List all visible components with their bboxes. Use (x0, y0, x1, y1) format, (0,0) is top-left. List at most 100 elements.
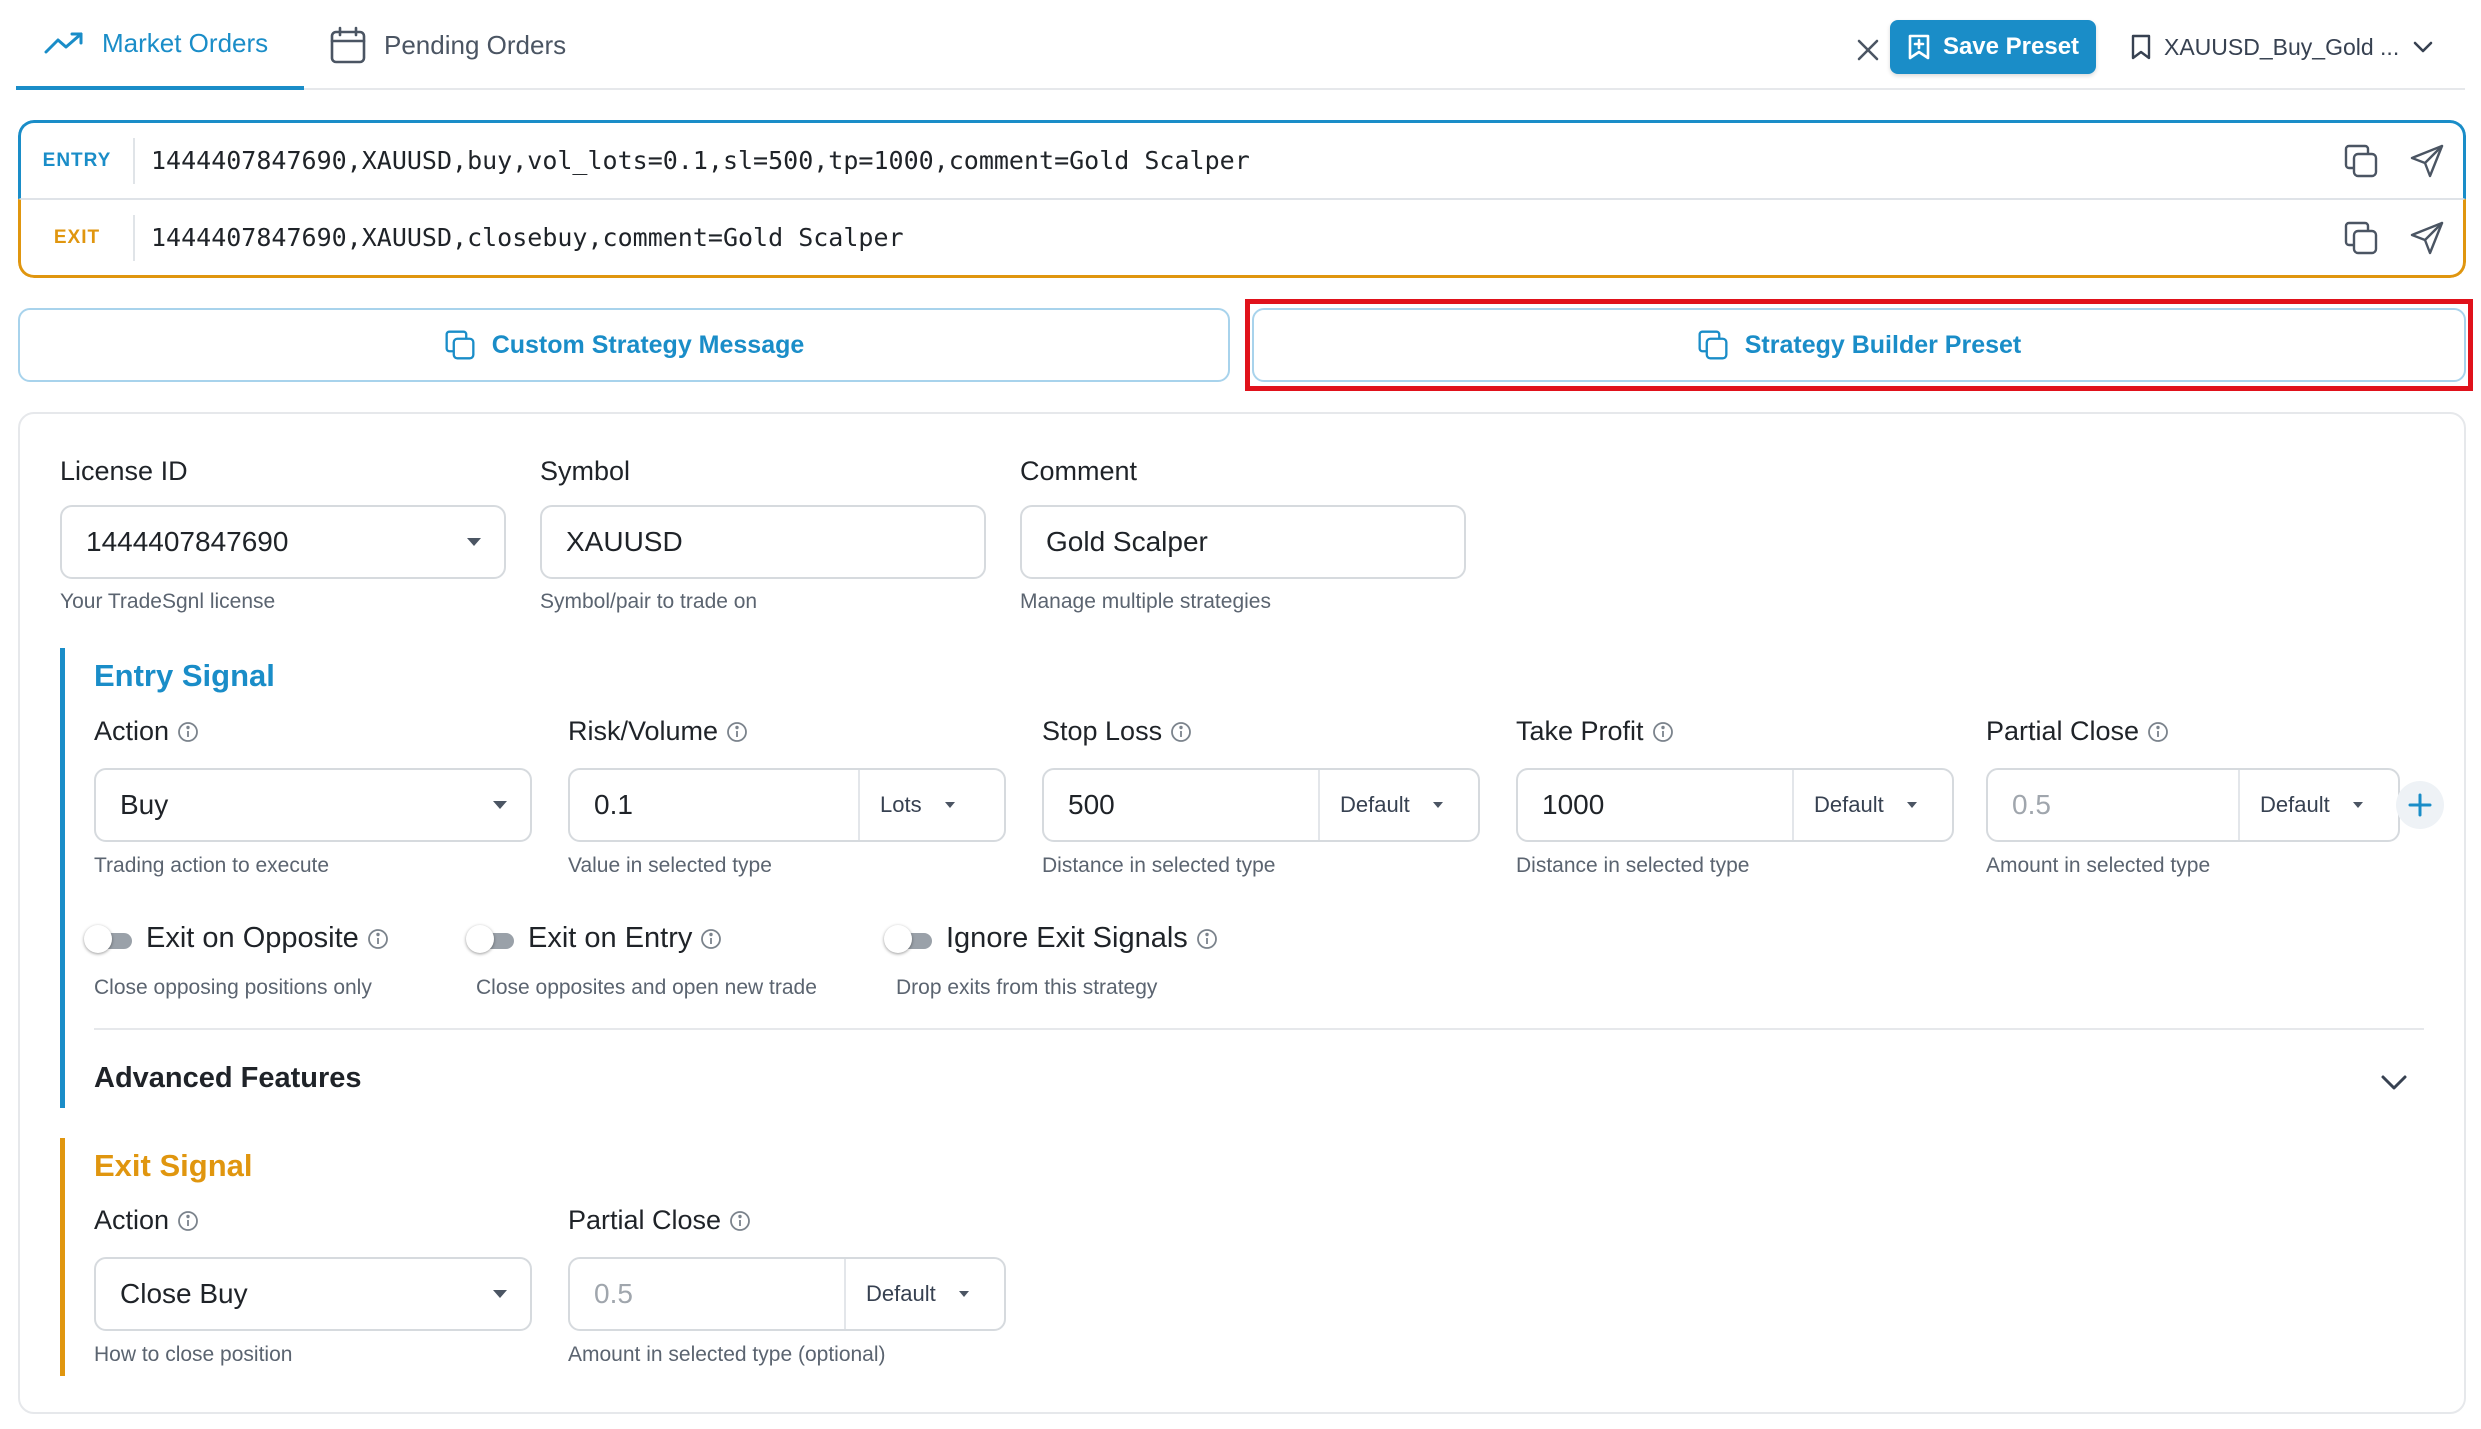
exit-message-text[interactable]: 1444407847690,XAUUSD,closebuy,comment=Go… (135, 223, 2331, 252)
info-icon[interactable] (1196, 928, 1218, 950)
tab-market-orders[interactable]: Market Orders (16, 0, 304, 90)
partial-close-help: Amount in selected type (1986, 854, 2211, 877)
risk-unit-select[interactable]: Lots (858, 770, 1004, 840)
send-entry-button[interactable] (2397, 131, 2457, 191)
exit-message-row: EXIT 1444407847690,XAUUSD,closebuy,comme… (18, 199, 2466, 278)
calendar-icon (330, 26, 366, 64)
entry-section-bar (60, 648, 65, 1108)
exit-partial-close-input[interactable]: 0.5 Default (568, 1257, 1006, 1331)
info-icon[interactable] (367, 928, 389, 950)
exit-partial-close-unit-select[interactable]: Default (844, 1259, 1004, 1329)
exit-action-label: Action (94, 1205, 199, 1236)
take-profit-label: Take Profit (1516, 716, 1674, 747)
risk-unit-value: Lots (880, 792, 922, 817)
symbol-input[interactable]: XAUUSD (540, 505, 986, 579)
entry-message-text[interactable]: 1444407847690,XAUUSD,buy,vol_lots=0.1,sl… (135, 146, 2331, 175)
partial-close-unit-value: Default (2260, 792, 2330, 817)
copy-exit-button[interactable] (2331, 208, 2391, 268)
entry-label: ENTRY (21, 137, 135, 184)
risk-volume-value: 0.1 (594, 789, 633, 820)
license-id-label: License ID (60, 456, 188, 486)
exit-action-label-text: Action (94, 1205, 170, 1235)
caret-down-icon (1432, 802, 1443, 808)
exit-partial-close-placeholder: 0.5 (594, 1278, 633, 1309)
take-profit-help: Distance in selected type (1516, 854, 1750, 877)
entry-action-select[interactable]: Buy (94, 768, 532, 842)
exit-on-opposite-label: Exit on Opposite (146, 922, 359, 954)
top-tab-bar: Market Orders Pending Orders Save Preset… (16, 0, 2465, 90)
caret-down-icon (444, 507, 504, 577)
save-preset-button[interactable]: Save Preset (1890, 20, 2096, 74)
exit-partial-close-unit-value: Default (866, 1281, 936, 1306)
stop-loss-unit-select[interactable]: Default (1318, 770, 1478, 840)
info-icon[interactable] (729, 1210, 751, 1232)
exit-on-opposite-toggle[interactable]: Exit on Opposite (84, 922, 389, 955)
take-profit-input[interactable]: 1000 Default (1516, 768, 1954, 842)
copy-icon (2344, 221, 2378, 254)
exit-signal-title: Exit Signal (94, 1148, 253, 1183)
info-icon[interactable] (700, 928, 722, 950)
custom-strategy-label: Custom Strategy Message (491, 330, 805, 359)
caret-down-icon (470, 770, 530, 840)
copy-icon (445, 330, 475, 360)
stop-loss-input[interactable]: 500 Default (1042, 768, 1480, 842)
send-exit-button[interactable] (2397, 208, 2457, 268)
copy-entry-button[interactable] (2331, 131, 2391, 191)
license-id-value: 1444407847690 (86, 526, 289, 557)
entry-message-row: ENTRY 1444407847690,XAUUSD,buy,vol_lots=… (18, 120, 2466, 199)
tab-pending-orders[interactable]: Pending Orders (330, 0, 566, 90)
stop-loss-label: Stop Loss (1042, 716, 1192, 747)
info-icon[interactable] (177, 1210, 199, 1232)
toggle-switch[interactable] (884, 924, 932, 953)
exit-action-select[interactable]: Close Buy (94, 1257, 532, 1331)
exit-action-value: Close Buy (120, 1278, 248, 1309)
exit-partial-close-label: Partial Close (568, 1205, 751, 1236)
add-partial-close-button[interactable] (2396, 781, 2444, 829)
take-profit-value: 1000 (1542, 789, 1605, 820)
risk-volume-help: Value in selected type (568, 854, 772, 877)
preset-selector[interactable]: XAUUSD_Buy_Gold ... (2130, 22, 2445, 72)
send-icon (2410, 221, 2444, 254)
entry-action-label: Action (94, 716, 199, 747)
risk-volume-input[interactable]: 0.1 Lots (568, 768, 1006, 842)
comment-value: Gold Scalper (1046, 526, 1208, 557)
take-profit-unit-select[interactable]: Default (1792, 770, 1952, 840)
advanced-features-toggle[interactable]: Advanced Features (94, 1062, 362, 1095)
strategy-builder-form: License ID 1444407847690 Your TradeSgnl … (18, 412, 2466, 1414)
partial-close-placeholder: 0.5 (2012, 789, 2051, 820)
info-icon[interactable] (1652, 721, 1674, 743)
caret-down-icon (470, 1259, 530, 1329)
trending-up-icon (44, 32, 83, 54)
entry-action-label-text: Action (94, 716, 170, 746)
comment-input[interactable]: Gold Scalper (1020, 505, 1466, 579)
signal-message-box: ENTRY 1444407847690,XAUUSD,buy,vol_lots=… (18, 120, 2466, 278)
ignore-exit-signals-help: Drop exits from this strategy (896, 976, 1158, 999)
exit-on-entry-label: Exit on Entry (528, 922, 693, 954)
bookmark-plus-icon (1908, 34, 1930, 60)
license-id-select[interactable]: 1444407847690 (60, 505, 506, 579)
ignore-exit-signals-toggle[interactable]: Ignore Exit Signals (884, 922, 1218, 955)
entry-action-help: Trading action to execute (94, 854, 330, 877)
partial-close-unit-select[interactable]: Default (2238, 770, 2398, 840)
chevron-down-icon[interactable] (2380, 1074, 2408, 1092)
close-button[interactable] (1848, 30, 1888, 70)
stop-loss-help: Distance in selected type (1042, 854, 1276, 877)
toggle-switch[interactable] (84, 924, 132, 953)
partial-close-label: Partial Close (1986, 716, 2169, 747)
take-profit-label-text: Take Profit (1516, 716, 1644, 746)
caret-down-icon (958, 1291, 969, 1297)
partial-close-input[interactable]: 0.5 Default (1986, 768, 2400, 842)
info-icon[interactable] (2147, 721, 2169, 743)
info-icon[interactable] (177, 721, 199, 743)
plus-icon (2408, 793, 2432, 817)
stop-loss-label-text: Stop Loss (1042, 716, 1163, 746)
info-icon[interactable] (726, 721, 748, 743)
exit-on-entry-toggle[interactable]: Exit on Entry (466, 922, 722, 955)
take-profit-unit-value: Default (1814, 792, 1884, 817)
risk-volume-label: Risk/Volume (568, 716, 748, 747)
entry-signal-title: Entry Signal (94, 658, 275, 693)
info-icon[interactable] (1170, 721, 1192, 743)
toggle-switch[interactable] (466, 924, 514, 953)
strategy-builder-preset-button[interactable]: Strategy Builder Preset (1252, 308, 2466, 382)
custom-strategy-message-button[interactable]: Custom Strategy Message (18, 308, 1230, 382)
